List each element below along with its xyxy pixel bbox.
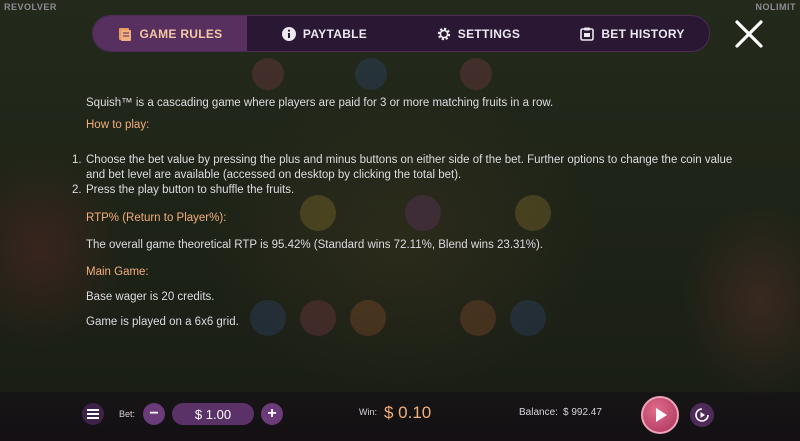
fruit-decoration bbox=[252, 58, 284, 90]
bet-value-display[interactable]: $ 1.00 bbox=[172, 403, 254, 425]
history-icon bbox=[579, 26, 595, 42]
rtp-text: The overall game theoretical RTP is 95.4… bbox=[86, 239, 544, 251]
balance-value: $ 992.47 bbox=[563, 407, 602, 418]
main-game-line: Game is played on a 6x6 grid. bbox=[86, 316, 239, 328]
tab-label: SETTINGS bbox=[457, 26, 521, 41]
info-tab-bar: GAME RULES PAYTABLE SETTINGS BET HISTORY bbox=[92, 15, 710, 52]
tab-label: GAME RULES bbox=[139, 26, 223, 41]
how-to-play-heading: How to play: bbox=[86, 119, 150, 131]
autoplay-icon bbox=[695, 408, 709, 422]
close-icon bbox=[735, 20, 763, 48]
tab-settings[interactable]: SETTINGS bbox=[401, 16, 555, 51]
win-label: Win: bbox=[359, 407, 377, 417]
tab-label: PAYTABLE bbox=[302, 26, 368, 41]
tab-paytable[interactable]: PAYTABLE bbox=[247, 16, 401, 51]
fruit-decoration bbox=[460, 58, 492, 90]
gear-icon bbox=[436, 26, 452, 42]
hamburger-icon bbox=[87, 409, 99, 419]
bet-decrease-button[interactable]: − bbox=[143, 403, 165, 425]
tab-label: BET HISTORY bbox=[601, 26, 685, 41]
bet-label: Bet: bbox=[119, 409, 136, 419]
rtp-heading: RTP% (Return to Player%): bbox=[86, 212, 227, 224]
balance-label: Balance: bbox=[519, 407, 558, 418]
main-game-heading: Main Game: bbox=[86, 266, 149, 278]
bet-increase-button[interactable]: + bbox=[261, 403, 283, 425]
main-game-line: Base wager is 20 credits. bbox=[86, 291, 215, 303]
fruit-decoration bbox=[355, 58, 387, 90]
autoplay-button[interactable] bbox=[690, 403, 714, 427]
list-item: 1. Choose the bet value by pressing the p… bbox=[72, 154, 733, 181]
book-icon bbox=[117, 26, 133, 42]
tab-bet-history[interactable]: BET HISTORY bbox=[555, 16, 709, 51]
play-icon bbox=[656, 408, 667, 422]
menu-button[interactable] bbox=[82, 403, 104, 425]
play-button[interactable] bbox=[641, 396, 679, 434]
list-item: 2. Press the play button to shuffle the f… bbox=[72, 184, 295, 196]
how-to-play-steps: 1. Choose the bet value by pressing the p… bbox=[72, 153, 746, 198]
brand-label-right: NOLIMIT bbox=[755, 2, 796, 12]
brand-label-left: REVOLVER bbox=[4, 2, 57, 12]
close-button[interactable] bbox=[734, 19, 764, 49]
rules-intro: Squish™ is a cascading game where player… bbox=[86, 97, 554, 109]
tab-game-rules[interactable]: GAME RULES bbox=[93, 16, 247, 51]
game-rules-content: Squish™ is a cascading game where player… bbox=[72, 96, 746, 330]
info-icon bbox=[281, 26, 297, 42]
win-value: $ 0.10 bbox=[384, 403, 432, 422]
